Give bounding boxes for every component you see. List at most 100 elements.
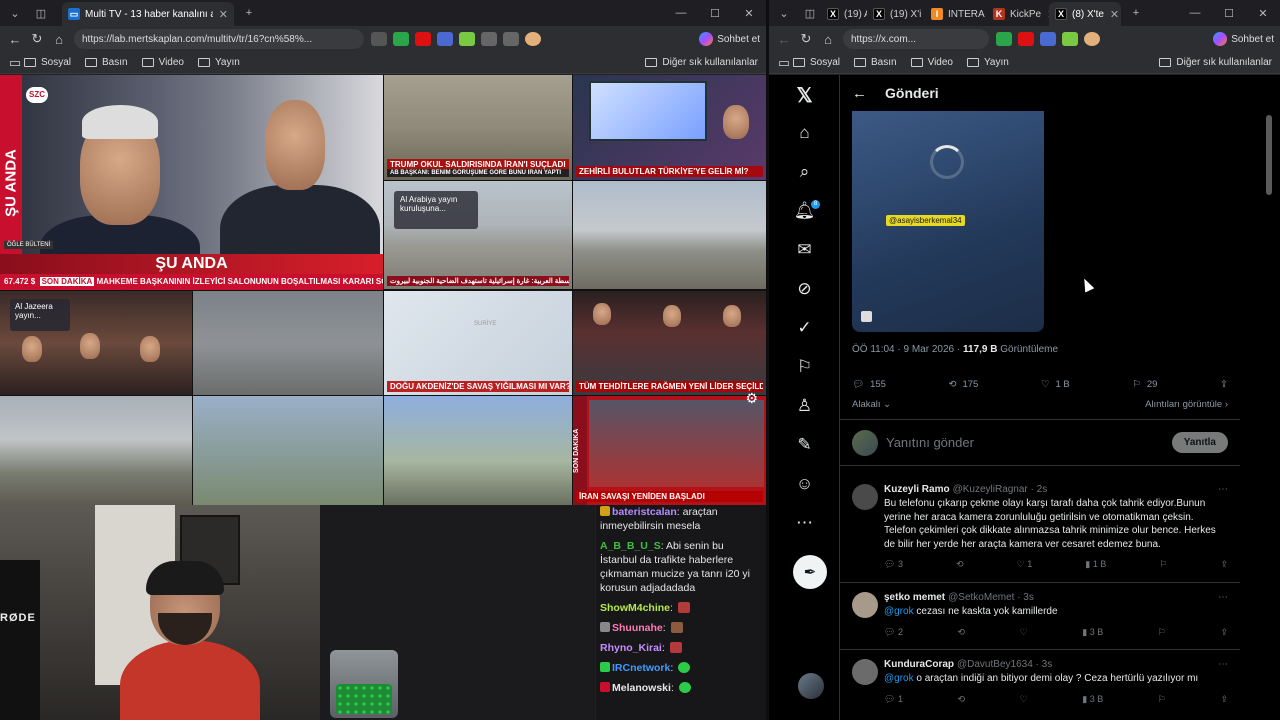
verified-icon[interactable]: ✓	[769, 318, 840, 338]
views-button[interactable]: ▮ 3 B	[1082, 694, 1103, 708]
close-window-icon[interactable]: ✕	[1246, 7, 1280, 20]
other-bookmarks[interactable]: Diğer sık kullanılanlar	[645, 57, 758, 68]
tab-actions-icon[interactable]: ⌄	[4, 2, 26, 24]
search-icon[interactable]: ⌕	[769, 162, 840, 182]
extension-red-icon[interactable]	[415, 32, 431, 46]
new-tab-icon[interactable]: +	[238, 2, 260, 24]
bookmark-folder-basin[interactable]: Basın	[854, 57, 897, 68]
reply-tweet[interactable]: KunduraCorap @DavutBey1634 · 3s ⋯ @grok o …	[840, 651, 1240, 720]
avatar[interactable]	[852, 484, 878, 510]
jobs-icon[interactable]: ♙	[769, 396, 840, 416]
scrollbar[interactable]	[1240, 75, 1280, 720]
view-quotes-link[interactable]: Alıntıları görüntüle ›	[1145, 399, 1228, 410]
chat-user[interactable]: A_B_B_U_S	[600, 540, 661, 552]
tab-x-1[interactable]: X (19) An	[821, 2, 867, 26]
favorites-icon[interactable]	[481, 32, 497, 46]
avatar[interactable]	[852, 659, 878, 685]
bookmarks-icon[interactable]: ⚐	[769, 357, 840, 377]
bookmark-folder-video[interactable]: Video	[910, 57, 953, 68]
more-options-icon[interactable]: ⋯	[1218, 484, 1228, 495]
messages-icon[interactable]: ✉	[769, 240, 840, 260]
profile-avatar[interactable]	[525, 32, 541, 46]
bookmark-folder-video[interactable]: Video	[141, 57, 184, 68]
tv-tile-iran[interactable]: SON DAKİKA İRAN SAVAŞI YENİDEN BAŞLADI	[573, 396, 766, 505]
more-icon[interactable]: ⋯	[769, 513, 840, 533]
tab-intera[interactable]: IINTERA✕	[925, 2, 987, 26]
tv-tile-weather[interactable]: ZEHİRLİ BULUTLAR TÜRKİYE'YE GELİR Mİ?	[573, 75, 766, 180]
x-logo-icon[interactable]: 𝕏	[769, 83, 840, 108]
bookmarks-sidebar-icon[interactable]: ▭	[775, 52, 793, 74]
bookmark-folder-sosyal[interactable]: Sosyal	[24, 57, 71, 68]
copilot-button[interactable]: Sohbet et	[1213, 32, 1274, 46]
tv-tile-trump[interactable]: TRUMP OKUL SALDIRISINDA İRAN'I SUÇLADI A…	[384, 75, 572, 180]
extension-green-icon[interactable]	[393, 32, 409, 46]
extension-red-icon[interactable]	[1018, 32, 1034, 46]
tv-tile-aljazeera[interactable]: Al Jazeera yayın...	[0, 291, 192, 395]
like-button[interactable]: ♡	[1020, 694, 1028, 708]
share-icon[interactable]: ⇪	[1220, 694, 1228, 708]
reply-button[interactable]: 💬︎ 1	[884, 694, 903, 708]
mention-link[interactable]: @grok	[884, 606, 914, 617]
tab-x-active[interactable]: X (8) X'te ✕	[1049, 2, 1121, 26]
post-button[interactable]: ✒	[793, 555, 827, 589]
repost-button[interactable]: ⟲	[958, 694, 966, 708]
workspaces-icon[interactable]: ◫	[30, 2, 52, 24]
tv-tile-jerusalem[interactable]	[0, 396, 192, 505]
tv-tile-main[interactable]: ŞU ANDA SZC ÖĞLE BÜLTENİ ŞU ANDA 67.472 …	[0, 75, 383, 290]
maximize-icon[interactable]: ☐	[1212, 7, 1246, 20]
profile-avatar[interactable]	[1084, 32, 1100, 46]
home-icon[interactable]: ⌂	[817, 28, 839, 50]
tv-tile-camgrid2[interactable]	[384, 396, 572, 505]
other-bookmarks[interactable]: Diğer sık kullanılanlar	[1159, 57, 1272, 68]
chat-user[interactable]: bateristcalan	[612, 506, 677, 518]
workspaces-icon[interactable]: ◫	[799, 2, 821, 24]
bookmark-icon[interactable]: ⚐	[1159, 559, 1167, 573]
scrollbar-thumb[interactable]	[1266, 115, 1272, 195]
reply-tweet[interactable]: Kuzeyli Ramo @KuzeyliRagnar · 2s ⋯ Bu tele…	[840, 476, 1240, 583]
sort-relevance-dropdown[interactable]: Alakalı ⌄	[852, 399, 891, 410]
stop-icon[interactable]	[861, 311, 872, 322]
reply-button[interactable]: 💬︎ 2	[884, 627, 903, 641]
minimize-icon[interactable]: —	[1178, 7, 1212, 19]
copilot-button[interactable]: Sohbet et	[699, 32, 760, 46]
close-tab-icon[interactable]: ✕	[219, 8, 228, 21]
post-timestamp[interactable]: ÖÖ 11:04 · 9 Mar 2026 ·	[852, 344, 963, 355]
bookmark-icon[interactable]: ⚐	[1158, 627, 1166, 641]
settings-gear-icon[interactable]: ⚙	[745, 390, 758, 407]
more-options-icon[interactable]: ⋯	[1218, 659, 1228, 670]
avatar[interactable]	[852, 592, 878, 618]
extension-green-icon[interactable]	[996, 32, 1012, 46]
minimize-icon[interactable]: —	[664, 7, 698, 19]
tab-kick[interactable]: KKickPe✕	[987, 2, 1049, 26]
bookmark-button[interactable]: ⚐ 29	[1132, 377, 1157, 391]
chat-user[interactable]: Melanowski	[612, 682, 671, 694]
chat-user[interactable]: Shuunahe	[612, 622, 663, 634]
grok-icon[interactable]: ⊘	[769, 279, 840, 299]
reply-tweet[interactable]: şetko memet @SetkoMemet · 3s ⋯ @grok cezas…	[840, 584, 1240, 650]
like-button[interactable]: ♡	[1020, 627, 1028, 641]
bookmark-folder-yayin[interactable]: Yayın	[198, 57, 240, 68]
bookmark-folder-basin[interactable]: Basın	[85, 57, 128, 68]
extension-lime-icon[interactable]	[459, 32, 475, 46]
close-window-icon[interactable]: ✕	[732, 7, 766, 20]
chat-user[interactable]: ShowM4chine	[600, 602, 670, 614]
tv-tile-tehdit[interactable]: TÜM TEHDİTLERE RAĞMEN YENİ LİDER SEÇİLDİ	[573, 291, 766, 395]
tab-multitv[interactable]: ▭ Multi TV - 13 haber kanalını aynı a ✕	[62, 2, 234, 26]
bookmarks-sidebar-icon[interactable]: ▭	[6, 52, 24, 74]
collections-icon[interactable]	[503, 32, 519, 46]
refresh-icon[interactable]: ↻	[795, 28, 817, 50]
new-tab-icon[interactable]: +	[1125, 2, 1147, 24]
views-button[interactable]: ▮ 1 B	[1085, 559, 1106, 573]
bookmark-folder-sosyal[interactable]: Sosyal	[793, 57, 840, 68]
tv-tile-map[interactable]: SURİYE DOĞU AKDENİZ'DE SAVAŞ YIĞILMASI M…	[384, 291, 572, 395]
close-tab-icon[interactable]: ✕	[1110, 8, 1119, 21]
share-icon[interactable]: ⇪	[1220, 559, 1228, 573]
extension-icon[interactable]	[371, 32, 387, 46]
tv-tile-alarabiya[interactable]: Al Arabiya yayın kuruluşuna... براسطة ال…	[384, 181, 572, 289]
mention-link[interactable]: @grok	[884, 673, 914, 684]
back-icon[interactable]: ←	[4, 28, 26, 50]
maximize-icon[interactable]: ☐	[698, 7, 732, 20]
views-button[interactable]: ▮ 3 B	[1082, 627, 1103, 641]
back-arrow-icon[interactable]: ←	[852, 85, 867, 102]
extension-blue-icon[interactable]	[437, 32, 453, 46]
